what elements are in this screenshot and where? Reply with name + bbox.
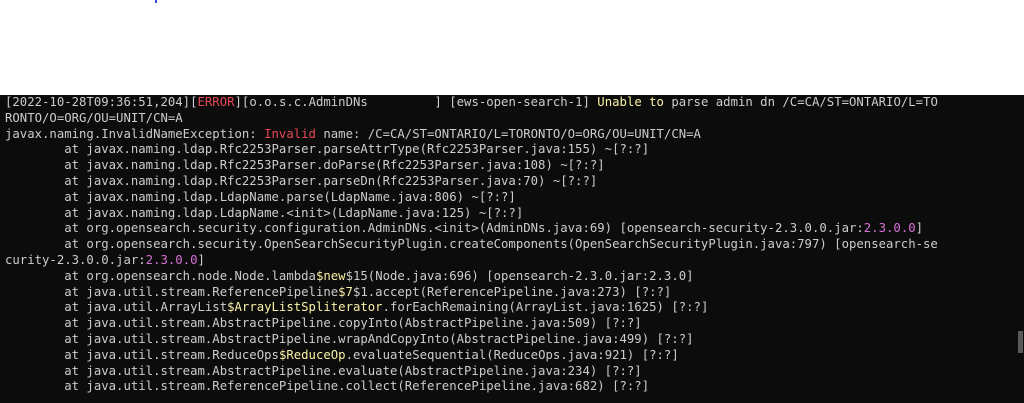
log-line: at java.util.stream.AbstractPipeline.eva… — [5, 364, 1017, 380]
log-segment: 2.3.0.0 — [145, 252, 198, 267]
log-segment: ] — [197, 252, 205, 267]
log-segment: RONTO/O=ORG/OU=UNIT/CN=A — [5, 110, 183, 125]
page-background — [0, 0, 1024, 95]
log-line: at java.util.stream.ReduceOps$ReduceOp.e… — [5, 348, 1017, 364]
log-line: at java.util.stream.AbstractPipeline.wra… — [5, 332, 1017, 348]
log-line: at org.opensearch.security.configuration… — [5, 221, 1017, 237]
log-segment: at java.util.stream.ReferencePipeline — [5, 284, 339, 299]
log-segment: .evaluateSequential(ReduceOps.java:921) … — [345, 347, 679, 362]
log-segment: curity-2.3.0.0.jar: — [5, 252, 146, 267]
log-segment: $15(Node.java:696) [opensearch-2.3.0.jar… — [345, 268, 694, 283]
log-segment: at javax.naming.ldap.Rfc2253Parser.parse… — [5, 173, 598, 188]
log-line: at java.util.stream.ReferencePipeline$7$… — [5, 285, 1017, 301]
log-segment: at java.util.stream.AbstractPipeline.cop… — [5, 316, 642, 331]
log-segment: at javax.naming.ldap.Rfc2253Parser.doPar… — [5, 158, 605, 173]
log-segment: $new — [315, 268, 346, 283]
log-segment: $ArrayListSpliterator — [227, 300, 383, 315]
log-segment: ] — [915, 221, 924, 236]
log-line: javax.naming.InvalidNameException: Inval… — [5, 127, 1017, 143]
log-line: [2022-10-28T09:36:51,204][ERROR][o.o.s.c… — [5, 95, 1017, 111]
log-segment: .forEachRemaining(ArrayList.java:1625) [… — [382, 300, 709, 315]
log-segment: Invalid — [264, 126, 316, 141]
log-segment: at javax.naming.ldap.LdapName.parse(Ldap… — [5, 189, 516, 204]
log-segment: name: /C=CA/ST=ONTARIO/L=TORONTO/O=ORG/O… — [315, 126, 701, 141]
log-line: at org.opensearch.node.Node.lambda$new$1… — [5, 269, 1017, 285]
log-segment: at org.opensearch.node.Node.lambda — [5, 268, 316, 283]
log-segment: at java.util.ArrayList — [5, 300, 228, 315]
log-segment: at java.util.stream.ReferencePipeline.co… — [5, 379, 650, 394]
log-segment: $7 — [338, 284, 353, 299]
log-segment: at java.util.stream.AbstractPipeline.eva… — [5, 363, 642, 378]
log-line: at java.util.ArrayList$ArrayListSplitera… — [5, 300, 1017, 316]
log-segment: at javax.naming.ldap.Rfc2253Parser.parse… — [5, 142, 650, 157]
log-segment: at org.opensearch.security.configuration… — [5, 221, 864, 236]
cursor-mark — [155, 0, 157, 3]
log-segment: ][o.o.s.c.AdminDNs ] [ews-open-search-1] — [234, 95, 598, 109]
log-segment: at java.util.stream.ReduceOps — [5, 347, 279, 362]
log-segment: at java.util.stream.AbstractPipeline.wra… — [5, 331, 694, 346]
log-line: at org.opensearch.security.OpenSearchSec… — [5, 237, 1017, 253]
log-segment: parse admin dn /C=CA/ST=ONTARIO/L=TO — [663, 95, 938, 109]
terminal-scrollbar[interactable] — [1017, 95, 1024, 403]
scrollbar-thumb[interactable] — [1018, 331, 1023, 353]
log-lines: [2022-10-28T09:36:51,204][ERROR][o.o.s.c… — [5, 95, 1017, 395]
log-segment: 2.3.0.0 — [863, 221, 916, 236]
log-line: at javax.naming.ldap.LdapName.<init>(Lda… — [5, 206, 1017, 222]
log-line: at java.util.stream.AbstractPipeline.cop… — [5, 316, 1017, 332]
log-segment: ERROR — [197, 95, 235, 109]
terminal-output[interactable]: [2022-10-28T09:36:51,204][ERROR][o.o.s.c… — [0, 95, 1024, 403]
log-line: curity-2.3.0.0.jar:2.3.0.0] — [5, 253, 1017, 269]
log-line: RONTO/O=ORG/OU=UNIT/CN=A — [5, 111, 1017, 127]
log-segment: $ReduceOp — [278, 347, 346, 362]
log-line: at javax.naming.ldap.Rfc2253Parser.parse… — [5, 174, 1017, 190]
log-line: at javax.naming.ldap.Rfc2253Parser.parse… — [5, 142, 1017, 158]
log-segment: [2022-10-28T09:36:51,204][ — [5, 95, 198, 109]
log-line: at javax.naming.ldap.LdapName.parse(Ldap… — [5, 190, 1017, 206]
log-segment: $1.accept(ReferencePipeline.java:273) [?… — [352, 284, 672, 299]
log-line: at java.util.stream.ReferencePipeline.co… — [5, 379, 1017, 395]
log-segment: Unable to — [597, 95, 664, 109]
log-segment: at org.opensearch.security.OpenSearchSec… — [5, 237, 938, 252]
log-line: at javax.naming.ldap.Rfc2253Parser.doPar… — [5, 158, 1017, 174]
log-segment: at javax.naming.ldap.LdapName.<init>(Lda… — [5, 205, 524, 220]
log-segment: javax.naming.InvalidNameException: — [5, 126, 265, 141]
